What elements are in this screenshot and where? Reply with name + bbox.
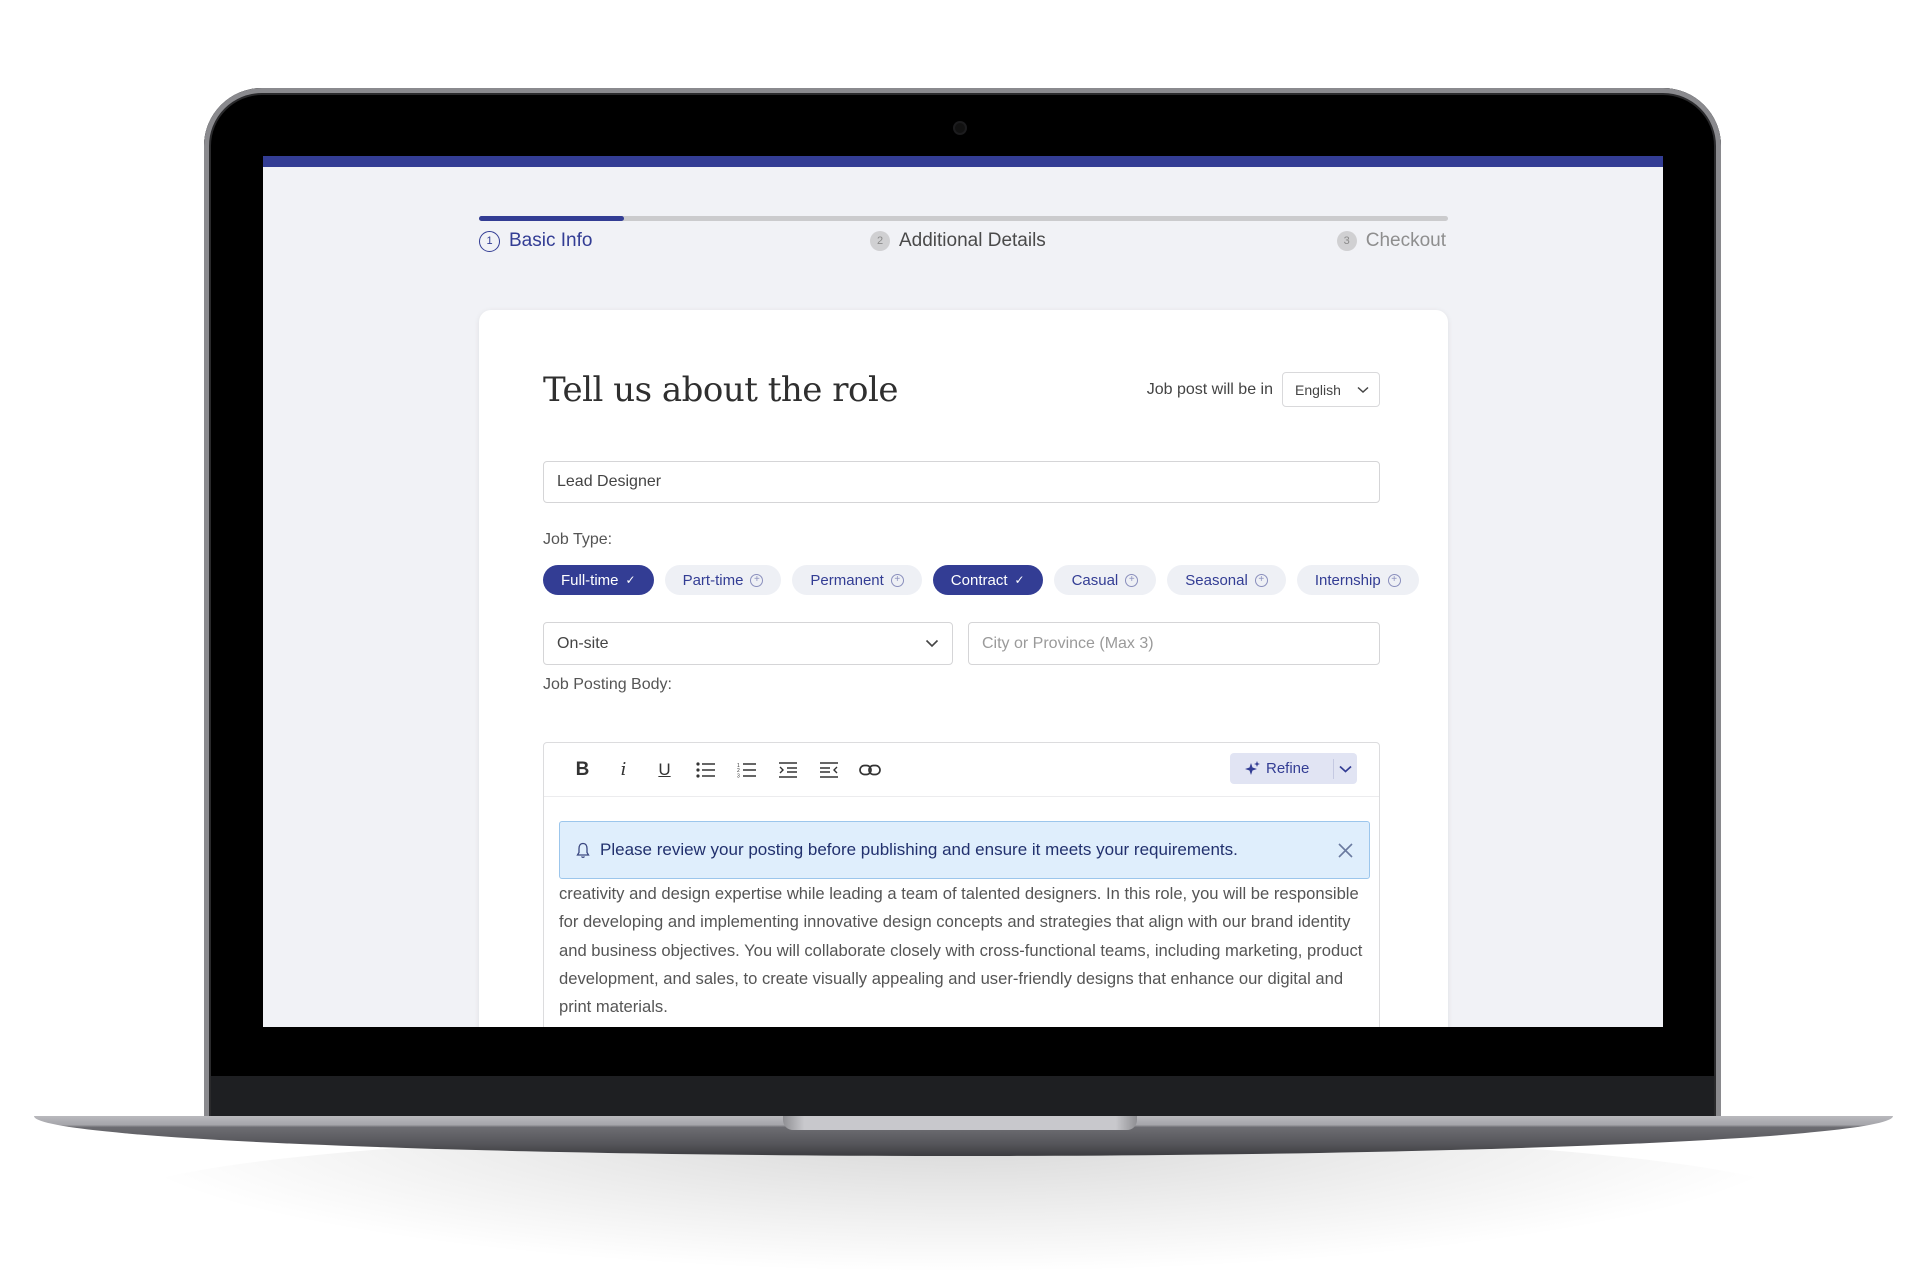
- form-card: Tell us about the role Job post will be …: [479, 310, 1448, 1027]
- chip-label: Casual: [1071, 571, 1119, 589]
- bold-icon[interactable]: B: [562, 755, 603, 785]
- bullet-list-icon[interactable]: [685, 755, 726, 785]
- plus-circle-icon: +: [750, 573, 764, 587]
- step-number: 1: [479, 230, 500, 252]
- bell-icon: [576, 842, 590, 859]
- chip-label: Seasonal: [1185, 571, 1248, 589]
- step-basic-info[interactable]: 1 Basic Info: [479, 230, 592, 252]
- laptop-bezel: [211, 1076, 1714, 1118]
- step-checkout[interactable]: 3 Checkout: [1336, 230, 1446, 252]
- camera: [955, 123, 965, 133]
- sparkle-icon: [1245, 761, 1260, 776]
- alert-text: Please review your posting before publis…: [600, 840, 1238, 859]
- numbered-list-icon[interactable]: 123: [726, 755, 767, 785]
- job-type-chips: Full-time ✓ Part-time + Permanent + Contrac…: [543, 565, 1419, 595]
- laptop-notch: [783, 1116, 1137, 1130]
- language-value: English: [1295, 381, 1341, 398]
- rich-text-editor: B i U 123 Refine Please review your post…: [543, 742, 1380, 1027]
- work-type-value: On-site: [557, 634, 609, 652]
- underline-icon[interactable]: U: [644, 755, 685, 785]
- chip-contract[interactable]: Contract ✓: [932, 565, 1043, 595]
- step-number: 2: [870, 231, 890, 251]
- svg-text:3: 3: [737, 773, 740, 778]
- refine-options-button[interactable]: [1334, 765, 1357, 773]
- body-label: Job Posting Body:: [543, 676, 672, 693]
- review-alert: Please review your posting before publis…: [559, 821, 1370, 879]
- chevron-down-icon: [925, 639, 939, 648]
- italic-icon[interactable]: i: [603, 755, 644, 785]
- step-additional-details[interactable]: 2 Additional Details: [870, 230, 1046, 252]
- link-icon[interactable]: [849, 755, 890, 785]
- check-icon: ✓: [625, 573, 636, 587]
- progress-fill: [479, 216, 625, 221]
- chip-label: Contract: [950, 571, 1008, 589]
- chip-label: Full-time: [561, 571, 619, 589]
- editor-body-text[interactable]: creativity and design expertise while le…: [559, 880, 1371, 1021]
- plus-circle-icon: +: [1254, 573, 1268, 587]
- chip-casual[interactable]: Casual +: [1053, 565, 1157, 595]
- job-title-value: Lead Designer: [557, 473, 662, 490]
- chip-internship[interactable]: Internship +: [1296, 565, 1419, 595]
- chip-label: Permanent: [810, 571, 884, 589]
- plus-circle-icon: +: [890, 573, 904, 587]
- work-type-select[interactable]: On-site: [543, 622, 953, 665]
- screen: 1 Basic Info 2 Additional Details 3 Chec…: [263, 156, 1663, 1027]
- language-label: Job post will be in: [1146, 380, 1273, 398]
- page-title: Tell us about the role: [543, 370, 898, 410]
- step-label: Additional Details: [899, 230, 1046, 251]
- chip-part-time[interactable]: Part-time +: [664, 565, 782, 595]
- chip-label: Part-time: [682, 571, 744, 589]
- refine-button[interactable]: Refine: [1230, 753, 1357, 784]
- job-type-label: Job Type:: [543, 531, 613, 548]
- top-accent-bar: [263, 156, 1663, 167]
- chip-label: Internship: [1314, 571, 1381, 589]
- chevron-down-icon: [1357, 386, 1369, 394]
- editor-toolbar: B i U 123 Refine: [544, 743, 1379, 797]
- outdent-icon[interactable]: [808, 755, 849, 785]
- language-select[interactable]: English: [1282, 372, 1380, 407]
- indent-icon[interactable]: [767, 755, 808, 785]
- refine-main[interactable]: Refine: [1230, 760, 1333, 777]
- chip-full-time[interactable]: Full-time ✓: [543, 565, 654, 595]
- language-picker: Job post will be in English: [1147, 372, 1380, 407]
- close-icon[interactable]: [1338, 842, 1353, 858]
- job-title-input[interactable]: Lead Designer: [543, 461, 1380, 503]
- plus-circle-icon: +: [1125, 573, 1139, 587]
- step-label: Basic Info: [509, 230, 593, 251]
- progress-track: [479, 216, 1448, 221]
- chevron-down-icon: [1339, 765, 1352, 773]
- chip-permanent[interactable]: Permanent +: [792, 565, 922, 595]
- step-number: 3: [1336, 231, 1357, 251]
- chip-seasonal[interactable]: Seasonal +: [1167, 565, 1286, 595]
- location-input[interactable]: City or Province (Max 3): [968, 622, 1380, 665]
- plus-circle-icon: +: [1387, 573, 1401, 587]
- location-placeholder: City or Province (Max 3): [982, 634, 1154, 652]
- refine-label: Refine: [1266, 760, 1310, 777]
- check-icon: ✓: [1014, 573, 1025, 587]
- step-label: Checkout: [1365, 230, 1446, 251]
